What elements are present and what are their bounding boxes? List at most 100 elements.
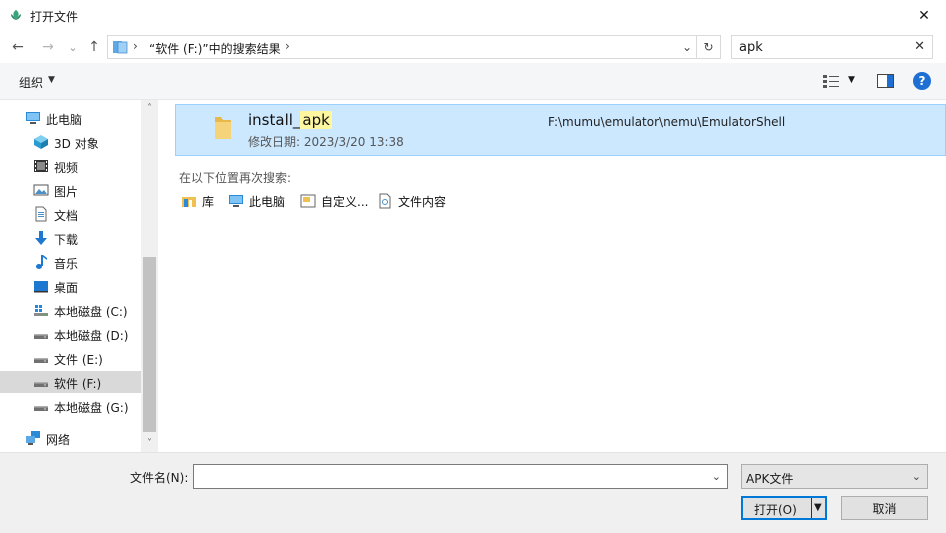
sidebar-item-label: 3D 对象: [54, 137, 99, 151]
clear-search-icon[interactable]: ✕: [914, 39, 925, 54]
sidebar-item-label: 此电脑: [46, 113, 83, 127]
breadcrumb[interactable]: “软件 (F:)”中的搜索结果: [149, 40, 281, 57]
sidebar-item-network[interactable]: 网络: [0, 427, 141, 449]
desktop-icon: [34, 281, 48, 293]
scroll-up-icon[interactable]: ˄: [141, 100, 158, 117]
open-button-label: 打开(O): [754, 503, 797, 517]
search-input[interactable]: apk: [739, 40, 763, 55]
sidebar-item-label: 本地磁盘 (C:): [54, 305, 128, 319]
file-list: install_ apk 修改日期: 2023/3/20 13:38 F:\mum…: [158, 100, 946, 452]
library-icon: [182, 197, 196, 207]
chevron-down-icon[interactable]: ⌄: [912, 470, 921, 483]
custom-folder-icon: [300, 194, 316, 208]
sidebar-item-label: 本地磁盘 (G:): [54, 401, 129, 415]
dialog-footer: 文件名(N): ⌄ APK文件 ⌄ 打开(O) ▼ 取消: [0, 452, 946, 533]
documents-icon: [35, 206, 47, 222]
drive-icon: [34, 334, 48, 339]
app-icon: [11, 10, 21, 20]
search-again-library[interactable]: 库: [181, 192, 214, 210]
sidebar-item-drive-f[interactable]: 软件 (F:): [0, 371, 141, 393]
search-box[interactable]: apk ✕: [731, 35, 933, 59]
video-icon: [34, 160, 48, 172]
scroll-down-icon[interactable]: ˅: [141, 435, 158, 452]
file-type-select[interactable]: APK文件 ⌄: [741, 464, 928, 489]
split-divider: [811, 498, 812, 518]
sidebar-item-label: 图片: [54, 185, 79, 199]
sidebar-item-drive-d[interactable]: 本地磁盘 (D:): [0, 323, 141, 345]
sidebar-item-3d-objects[interactable]: 3D 对象: [0, 131, 141, 153]
search-again-this-pc[interactable]: 此电脑: [228, 192, 285, 210]
file-contents-icon: [379, 193, 391, 209]
sidebar-item-label: 文档: [54, 209, 79, 223]
filename-dropdown-icon[interactable]: ⌄: [712, 470, 721, 483]
view-dropdown-icon[interactable]: ▼: [848, 75, 855, 85]
scrollbar-thumb[interactable]: [143, 257, 156, 432]
folder-icon: [215, 117, 231, 139]
sidebar-item-desktop[interactable]: 桌面: [0, 275, 141, 297]
downloads-icon: [35, 231, 47, 245]
up-icon[interactable]: ↑: [86, 39, 102, 55]
drive-icon: [34, 382, 48, 387]
sidebar-item-music[interactable]: 音乐: [0, 251, 141, 273]
refresh-button[interactable]: ↻: [697, 35, 721, 59]
address-bar[interactable]: › “软件 (F:)”中的搜索结果 › ⌄: [107, 35, 697, 59]
cancel-button[interactable]: 取消: [841, 496, 928, 520]
filename-input[interactable]: ⌄: [193, 464, 728, 489]
recent-locations-icon[interactable]: ⌄: [65, 39, 81, 55]
organize-menu[interactable]: 组织: [19, 74, 43, 91]
pc-icon: [229, 195, 243, 207]
sidebar-item-drive-c[interactable]: 本地磁盘 (C:): [0, 299, 141, 321]
refresh-icon: ↻: [703, 40, 714, 54]
sidebar-item-label: 本地磁盘 (D:): [54, 329, 129, 343]
music-icon: [36, 255, 47, 269]
sidebar-item-drive-g[interactable]: 本地磁盘 (G:): [0, 395, 141, 417]
window-title: 打开文件: [30, 10, 79, 24]
help-icon[interactable]: ?: [913, 72, 931, 90]
result-name: install_ apk: [248, 111, 332, 129]
sidebar-item-pictures[interactable]: 图片: [0, 179, 141, 201]
network-icon: [26, 431, 40, 445]
forward-icon[interactable]: →: [40, 39, 56, 55]
sidebar-item-this-pc[interactable]: 此电脑: [0, 107, 141, 129]
sidebar-item-documents[interactable]: 文档: [0, 203, 141, 225]
pc-icon: [26, 112, 40, 124]
sidebar-item-label: 视频: [54, 161, 79, 175]
command-bar: 组织 ▼ ▼ ?: [0, 63, 946, 100]
sidebar-item-label: 文件 (E:): [54, 353, 103, 367]
drive-icon: [34, 406, 48, 411]
chevron-down-icon[interactable]: ▼: [48, 75, 55, 85]
3d-objects-icon: [34, 135, 48, 149]
pictures-icon: [33, 184, 49, 196]
back-icon[interactable]: ←: [10, 39, 26, 55]
open-button[interactable]: 打开(O) ▼: [741, 496, 827, 520]
address-dropdown-icon[interactable]: ⌄: [682, 40, 692, 54]
drive-windows-icon: [34, 305, 48, 316]
sidebar-item-label: 网络: [46, 433, 71, 447]
sidebar-item-label: 软件 (F:): [54, 377, 102, 391]
breadcrumb-separator[interactable]: ›: [285, 39, 290, 53]
close-icon: ✕: [918, 7, 930, 24]
sidebar-item-videos[interactable]: 视频: [0, 155, 141, 177]
navigation-bar: ← → ⌄ ↑ › “软件 (F:)”中的搜索结果 › ⌄ ↻ apk ✕: [0, 31, 946, 63]
open-dropdown-icon[interactable]: ▼: [814, 502, 822, 513]
breadcrumb-separator: ›: [133, 39, 138, 53]
view-options-icon[interactable]: [823, 74, 839, 88]
title-bar: 打开文件 ✕: [0, 0, 946, 31]
sidebar-item-label: 下载: [54, 233, 79, 247]
sidebar-scrollbar[interactable]: ˄ ˅: [141, 100, 158, 452]
preview-pane-icon[interactable]: [877, 74, 894, 88]
sidebar-item-drive-e[interactable]: 文件 (E:): [0, 347, 141, 369]
navigation-pane: 此电脑 3D 对象 视频 图片 文档 下载 音乐 桌面 本地磁盘 (C:) 本地…: [0, 100, 158, 452]
result-modified-date: 修改日期: 2023/3/20 13:38: [248, 135, 404, 149]
result-path: F:\mumu\emulator\nemu\EmulatorShell: [548, 115, 786, 129]
sidebar-item-label: 音乐: [54, 257, 79, 271]
sidebar-item-downloads[interactable]: 下载: [0, 227, 141, 249]
search-match-highlight: apk: [300, 111, 332, 129]
file-type-value: APK文件: [746, 472, 794, 486]
search-results-icon: [113, 41, 128, 54]
filename-label: 文件名(N):: [130, 471, 189, 485]
close-button[interactable]: ✕: [902, 0, 946, 31]
search-again-file-contents[interactable]: 文件内容: [377, 192, 446, 210]
list-item[interactable]: install_ apk 修改日期: 2023/3/20 13:38 F:\mum…: [175, 104, 946, 156]
search-again-custom[interactable]: 自定义...: [300, 192, 368, 210]
